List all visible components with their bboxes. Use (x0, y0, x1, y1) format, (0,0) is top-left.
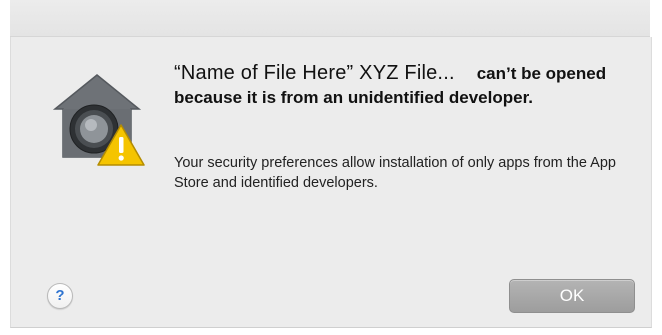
alert-message: Your security preferences allow installa… (174, 155, 616, 191)
help-button[interactable]: ? (47, 283, 73, 309)
window-titlebar (10, 0, 650, 37)
file-name: “Name of File Here” XYZ File... (174, 62, 455, 84)
ok-button[interactable]: OK (509, 279, 635, 313)
alert-dialog: “Name of File Here” XYZ File... can’t be … (10, 37, 652, 328)
alert-headline: “Name of File Here” XYZ File... can’t be … (174, 61, 634, 110)
screenshot-frame: “Name of File Here” XYZ File... can’t be … (0, 0, 662, 335)
gatekeeper-warning-icon (47, 69, 147, 169)
